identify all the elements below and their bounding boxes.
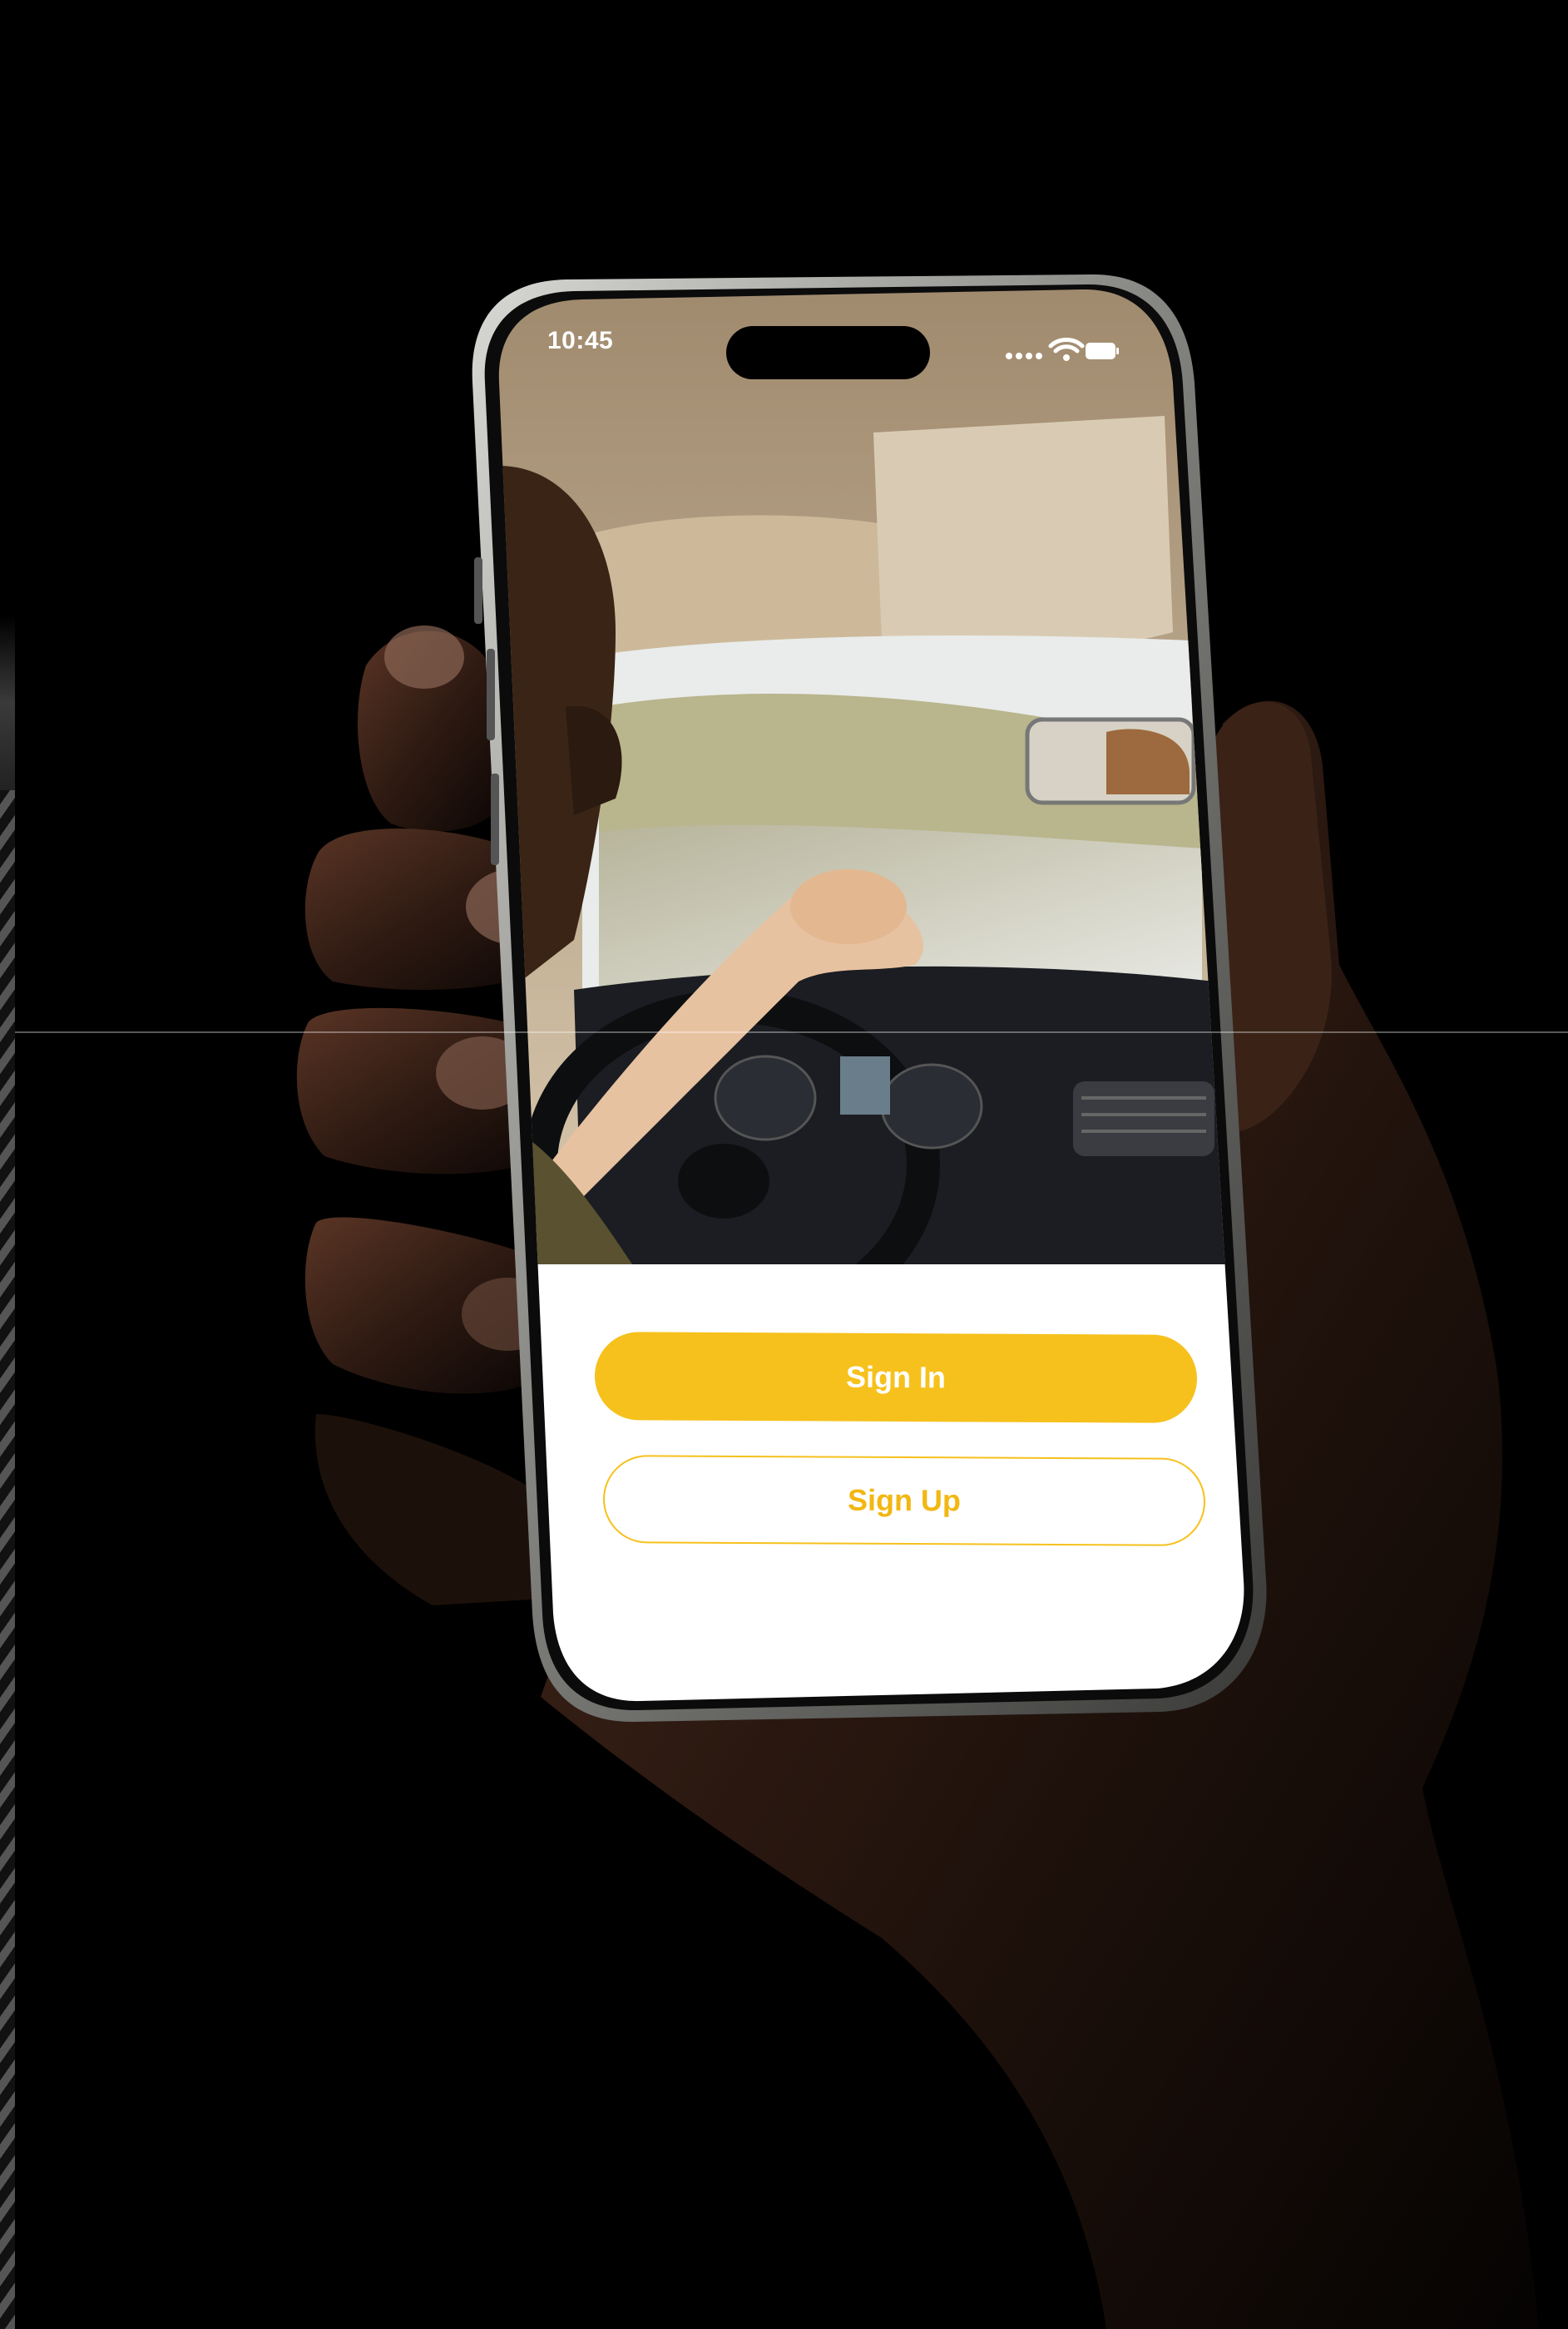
battery-icon xyxy=(1086,343,1119,359)
phone-frame xyxy=(472,274,1267,1723)
mockup-stage: 10:45 Sign In Sign Up xyxy=(0,0,1568,2329)
status-icons xyxy=(1006,338,1119,361)
wifi-icon xyxy=(1048,338,1085,361)
dynamic-island xyxy=(726,326,930,379)
status-time: 10:45 xyxy=(547,327,614,354)
guide-line xyxy=(15,1031,1568,1033)
sign-up-button[interactable]: Sign Up xyxy=(602,1455,1206,1546)
signal-dots-icon xyxy=(1006,353,1042,359)
sign-in-button[interactable]: Sign In xyxy=(594,1332,1198,1423)
